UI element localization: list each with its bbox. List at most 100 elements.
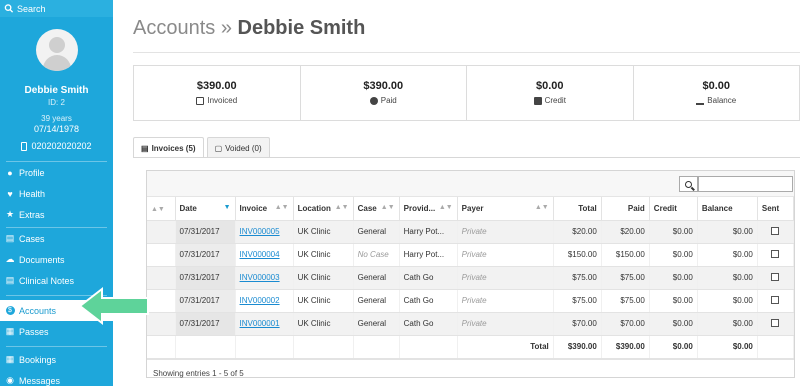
message-icon: ◉ — [6, 375, 14, 385]
folder-icon: ▤ — [5, 233, 15, 243]
column-header-case[interactable]: Case ▲▼ — [353, 197, 400, 221]
cell-case: General — [353, 220, 400, 244]
trash-icon: ▢ — [214, 143, 223, 153]
invoice-link[interactable]: INV000003 — [240, 273, 280, 282]
tab-label: Voided (0) — [225, 143, 262, 153]
column-header-invoice[interactable]: Invoice ▲▼ — [235, 197, 294, 221]
table-row[interactable]: 07/31/2017 INV000003 UK Clinic General C… — [147, 266, 795, 290]
cell-location: UK Clinic — [293, 243, 354, 267]
cell-credit: $0.00 — [649, 220, 698, 244]
cell-credit: $0.00 — [649, 312, 698, 336]
column-header-credit[interactable]: Credit — [649, 197, 698, 221]
page-title-name: Debbie Smith — [237, 17, 366, 39]
cell-location: UK Clinic — [293, 266, 354, 290]
totals-row: Total $390.00 $390.00 $0.00 $0.00 — [147, 335, 795, 359]
invoice-link[interactable]: INV000002 — [240, 296, 280, 305]
column-header-payer[interactable]: Payer ▲▼ — [457, 197, 554, 221]
table-search-input[interactable] — [698, 176, 793, 192]
column-header-paid[interactable]: Paid — [601, 197, 650, 221]
account-summary: $390.00 Invoiced $390.00 Paid $0.00 Cred… — [133, 65, 800, 121]
cell-total: $150.00 — [553, 243, 602, 267]
table-row[interactable]: 07/31/2017 INV000001 UK Clinic General C… — [147, 312, 795, 336]
column-header-location[interactable]: Location ▲▼ — [293, 197, 354, 221]
cell-paid: $70.00 — [601, 312, 650, 336]
table-search-button[interactable] — [679, 176, 698, 192]
sent-checkbox[interactable] — [771, 272, 780, 281]
sidebar-item-label: Profile — [19, 167, 45, 178]
totals-paid: $390.00 — [601, 335, 650, 359]
calendar-icon: ▦ — [5, 354, 15, 364]
sidebar-search-label: Search — [17, 3, 46, 14]
star-icon: ★ — [5, 209, 15, 219]
cell-payer: Private — [457, 266, 554, 290]
cell-provider: Cath Go — [399, 312, 458, 336]
sidebar-item-health[interactable]: ♥ Health — [0, 183, 113, 204]
user-icon: ● — [7, 167, 13, 178]
cell-paid: $75.00 — [601, 266, 650, 290]
summary-label: Paid — [380, 96, 397, 105]
cell-credit: $0.00 — [649, 266, 698, 290]
invoices-table: ▲▼ Date ▼ Invoice ▲▼ Location ▲▼ Case ▲▼… — [147, 197, 795, 359]
sidebar-item-cases[interactable]: ▤ Cases — [0, 228, 113, 249]
invoice-link[interactable]: INV000001 — [240, 319, 280, 328]
totals-credit: $0.00 — [649, 335, 698, 359]
sidebar-item-label: Clinical Notes — [19, 275, 75, 286]
cell-provider: Cath Go — [399, 266, 458, 290]
cell-credit: $0.00 — [649, 243, 698, 267]
sidebar-item-label: Extras — [19, 209, 45, 220]
cell-case: General — [353, 312, 400, 336]
cell-total: $75.00 — [553, 266, 602, 290]
invoice-link[interactable]: INV000005 — [240, 227, 280, 236]
sent-checkbox[interactable] — [771, 226, 780, 235]
sidebar-item-extras[interactable]: ★ Extras — [0, 204, 113, 225]
sidebar-item-label: Accounts — [19, 305, 57, 316]
sidebar-search[interactable]: Search — [0, 0, 113, 17]
cell-total: $20.00 — [553, 220, 602, 244]
ticket-icon: ▦ — [5, 326, 15, 336]
cell-payer: Private — [457, 312, 554, 336]
profile-id: ID: 2 — [48, 98, 65, 107]
avatar — [35, 29, 78, 71]
column-header-date[interactable]: Date ▼ — [175, 197, 236, 221]
column-header-provider[interactable]: Provid... ▲▼ — [399, 197, 458, 221]
cell-date: 07/31/2017 — [175, 289, 236, 313]
table-row[interactable]: 07/31/2017 INV000002 UK Clinic General C… — [147, 289, 795, 313]
cell-date: 07/31/2017 — [175, 243, 236, 267]
sidebar-item-bookings[interactable]: ▦ Bookings — [0, 349, 113, 370]
column-header-sent[interactable]: Sent — [757, 197, 795, 221]
cell-provider: Harry Pot... — [399, 243, 458, 267]
scale-icon — [696, 97, 705, 105]
cell-payer: Private — [457, 243, 554, 267]
totals-total: $390.00 — [553, 335, 602, 359]
sidebar-item-label: Documents — [19, 254, 65, 265]
invoice-link[interactable]: INV000004 — [240, 250, 280, 259]
table-row[interactable]: 07/31/2017 INV000005 UK Clinic General H… — [147, 220, 795, 244]
invoice-icon — [196, 96, 205, 105]
cell-balance: $0.00 — [697, 220, 758, 244]
cell-balance: $0.00 — [697, 312, 758, 336]
sidebar-item-label: Bookings — [19, 354, 57, 365]
select-column-header[interactable]: ▲▼ — [147, 197, 176, 221]
sidebar-item-label: Passes — [19, 326, 49, 337]
tab-voided[interactable]: ▢ Voided (0) — [206, 137, 270, 158]
tab-invoices[interactable]: ▤ Invoices (5) — [133, 137, 204, 158]
dollar-icon: $ — [5, 306, 15, 316]
sidebar-item-documents[interactable]: ☁ Documents — [0, 249, 113, 270]
sidebar-item-profile[interactable]: ● Profile — [0, 162, 113, 183]
summary-balance: $0.00 Balance — [634, 66, 800, 120]
invoice-icon: ▤ — [141, 143, 149, 153]
main-content: Accounts » Debbie Smith $390.00 Invoiced… — [113, 0, 800, 386]
sidebar-item-label: Cases — [19, 233, 45, 244]
sent-checkbox[interactable] — [771, 295, 780, 304]
sent-checkbox[interactable] — [771, 249, 780, 258]
table-row[interactable]: 07/31/2017 INV000004 UK Clinic No Case H… — [147, 243, 795, 267]
page-title: Accounts » Debbie Smith — [133, 17, 365, 40]
cell-case: No Case — [353, 243, 400, 267]
column-header-balance[interactable]: Balance — [697, 197, 758, 221]
column-header-total[interactable]: Total — [553, 197, 602, 221]
sent-checkbox[interactable] — [771, 318, 780, 327]
cell-payer: Private — [457, 220, 554, 244]
totals-label: Total — [457, 335, 554, 359]
profile-dob: 07/14/1978 — [33, 124, 80, 134]
sidebar-item-messages[interactable]: ◉ Messages — [0, 370, 113, 386]
